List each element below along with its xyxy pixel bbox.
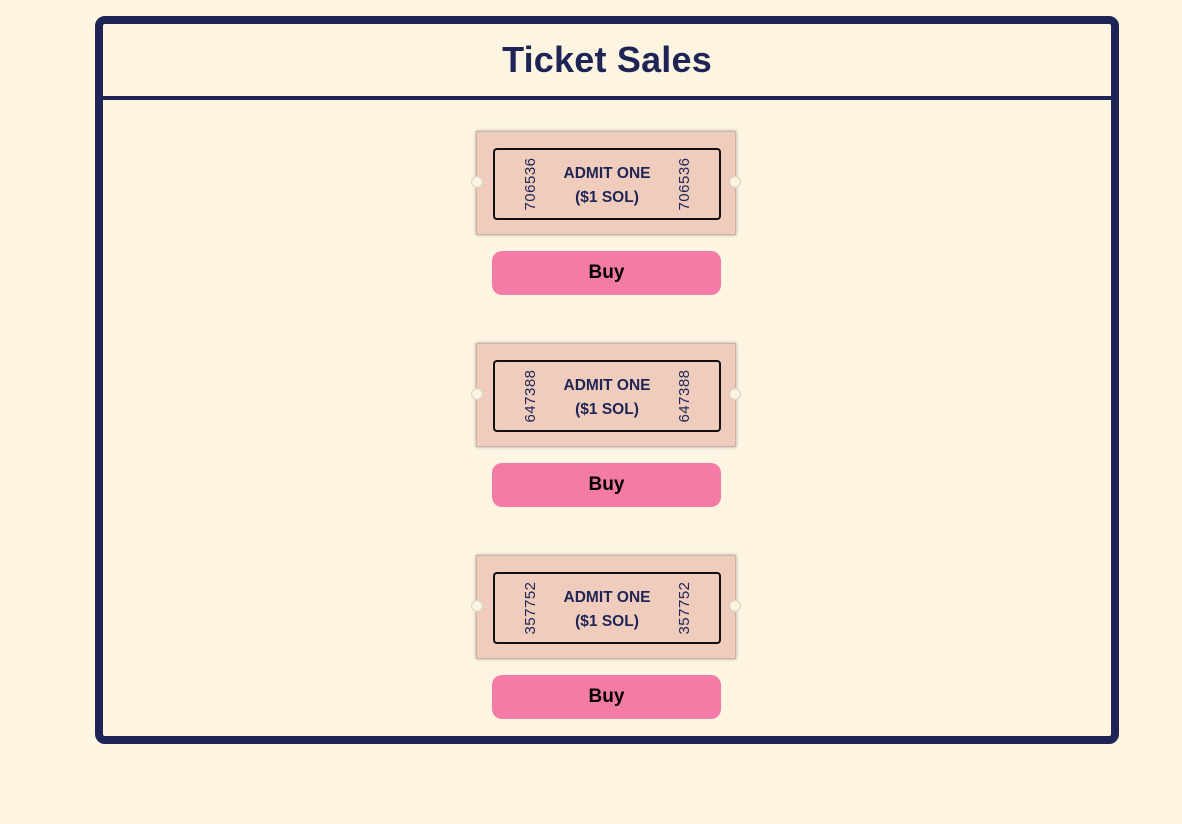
panel-header: Ticket Sales — [103, 24, 1111, 100]
page-title: Ticket Sales — [502, 39, 712, 80]
buy-button[interactable]: Buy — [492, 675, 721, 719]
ticket-serial-right: 706536 — [676, 157, 693, 211]
ticket-notch-right — [729, 176, 741, 188]
ticket-admit-text: ADMIT ONE — [563, 589, 651, 606]
ticket-admit-text: ADMIT ONE — [563, 165, 651, 182]
ticket-label: ADMIT ONE ($1 SOL) — [535, 374, 679, 422]
ticket-admit-text: ADMIT ONE — [563, 377, 651, 394]
ticket-frame: 647388 ADMIT ONE ($1 SOL) 647388 — [493, 360, 721, 432]
ticket-price-text: ($1 SOL) — [575, 401, 639, 418]
ticket-price-text: ($1 SOL) — [575, 189, 639, 206]
ticket-frame: 357752 ADMIT ONE ($1 SOL) 357752 — [493, 572, 721, 644]
ticket-item: 706536 ADMIT ONE ($1 SOL) 706536 Buy — [471, 131, 741, 295]
ticket-notch-right — [729, 600, 741, 612]
ticket-serial-right: 357752 — [676, 581, 693, 635]
ticket-frame: 706536 ADMIT ONE ($1 SOL) 706536 — [493, 148, 721, 220]
ticket-label: ADMIT ONE ($1 SOL) — [535, 162, 679, 210]
ticket-notch-right — [729, 388, 741, 400]
ticket-label: ADMIT ONE ($1 SOL) — [535, 586, 679, 634]
ticket-notch-left — [471, 176, 483, 188]
buy-button[interactable]: Buy — [492, 463, 721, 507]
ticket-price-text: ($1 SOL) — [575, 613, 639, 630]
buy-button[interactable]: Buy — [492, 251, 721, 295]
ticket-item: 357752 ADMIT ONE ($1 SOL) 357752 Buy — [471, 555, 741, 719]
ticket-serial-right: 647388 — [676, 369, 693, 423]
ticket: 706536 ADMIT ONE ($1 SOL) 706536 — [471, 131, 741, 235]
ticket-notch-left — [471, 600, 483, 612]
ticket: 357752 ADMIT ONE ($1 SOL) 357752 — [471, 555, 741, 659]
ticket-sales-panel: Ticket Sales 706536 ADMIT ONE ($1 SOL) 7… — [95, 16, 1119, 744]
ticket: 647388 ADMIT ONE ($1 SOL) 647388 — [471, 343, 741, 447]
ticket-notch-left — [471, 388, 483, 400]
ticket-item: 647388 ADMIT ONE ($1 SOL) 647388 Buy — [471, 343, 741, 507]
